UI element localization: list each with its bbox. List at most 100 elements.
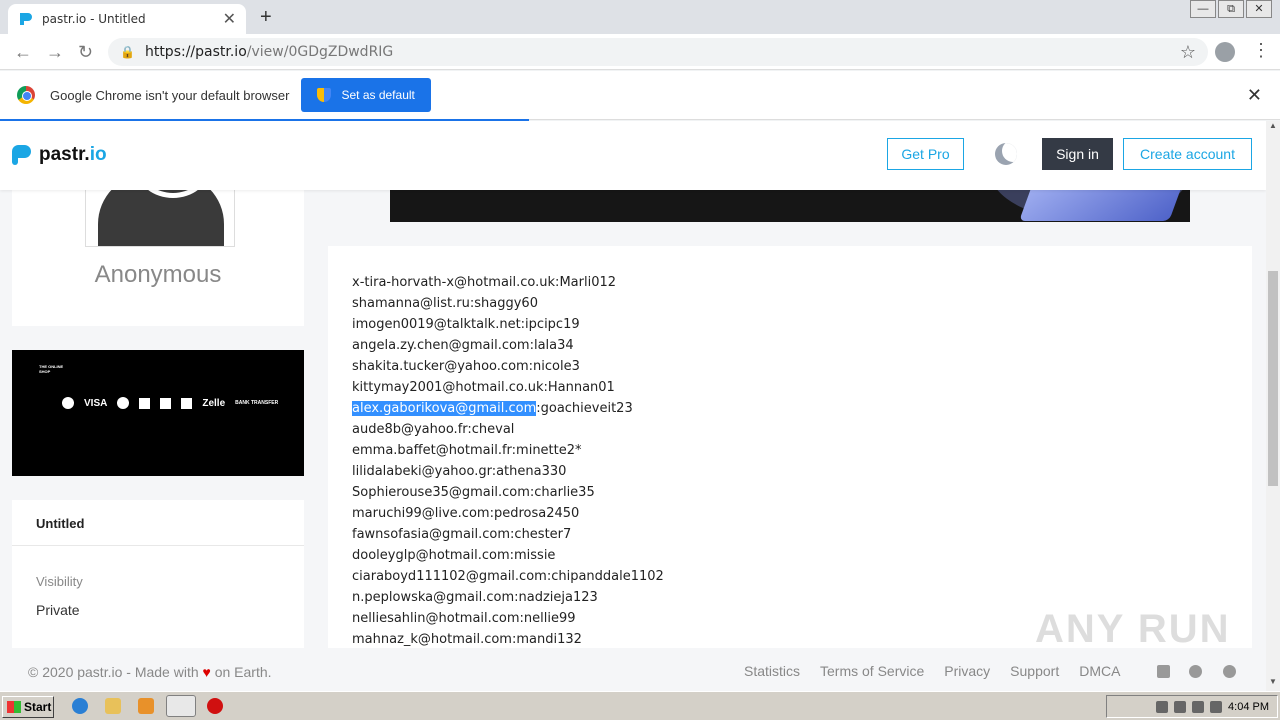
url-path: /view/0GDgZDwdRIG <box>246 44 394 60</box>
anyrun-watermark: ANY RUN <box>1035 607 1231 651</box>
paste-line: kittymay2001@hotmail.co.uk:Hannan01 <box>352 380 615 395</box>
twitter-icon[interactable] <box>1223 665 1236 678</box>
dmca-link[interactable]: DMCA <box>1079 663 1120 679</box>
infobar-close-icon[interactable]: ✕ <box>1247 85 1262 106</box>
lock-icon: 🔒 <box>120 45 135 59</box>
start-label: Start <box>24 700 52 714</box>
scroll-down-icon[interactable]: ▼ <box>1266 677 1280 691</box>
privacy-link[interactable]: Privacy <box>944 663 990 679</box>
venmo-icon <box>181 397 193 409</box>
tray-expand-icon[interactable] <box>1156 700 1169 713</box>
bank-transfer-label: BANK TRANSFER <box>235 400 279 406</box>
divider <box>12 545 304 546</box>
paste-line: aude8b@yahoo.fr:cheval <box>352 422 515 437</box>
author-name: Anonymous <box>94 261 222 288</box>
default-browser-infobar: Google Chrome isn't your default browser… <box>0 71 1280 120</box>
support-link[interactable]: Support <box>1010 663 1059 679</box>
network-icon[interactable] <box>1192 700 1205 713</box>
restore-button[interactable]: ⧉ <box>1218 0 1244 18</box>
bookmark-star-icon[interactable]: ☆ <box>1180 42 1196 63</box>
tab-close-icon[interactable]: ✕ <box>223 9 236 29</box>
browser-toolbar: ← → ↻ 🔒 https://pastr.io/view/0GDgZDwdRI… <box>0 34 1280 70</box>
back-arrow-icon[interactable]: ← <box>14 42 32 63</box>
footer-links: Statistics Terms of Service Privacy Supp… <box>744 663 1120 679</box>
get-pro-button[interactable]: Get Pro <box>887 138 964 170</box>
dark-mode-moon-icon[interactable] <box>995 143 1017 165</box>
clock: 4:04 PM <box>1228 700 1269 713</box>
close-window-button[interactable]: ✕ <box>1246 0 1272 18</box>
chrome-logo-icon <box>17 86 35 104</box>
sign-in-button[interactable]: Sign in <box>1042 138 1113 170</box>
heart-icon: ♥ <box>202 664 211 680</box>
antivirus-icon[interactable] <box>207 698 223 714</box>
visibility-label: Visibility <box>36 574 83 589</box>
skrill-icon <box>160 397 172 409</box>
logo-text: pastr.io <box>39 144 107 165</box>
site-header: pastr.io Get Pro Sign in Create account <box>0 121 1266 190</box>
new-tab-button[interactable]: + <box>260 6 272 29</box>
paste-title: Untitled <box>36 516 85 531</box>
volume-icon[interactable] <box>1174 700 1187 713</box>
terms-link[interactable]: Terms of Service <box>820 663 924 679</box>
folder-icon[interactable] <box>105 698 121 714</box>
paste-line-selected: alex.gaborikova@gmail.com:goachieveit23 <box>352 398 664 419</box>
selected-text: alex.gaborikova@gmail.com <box>352 401 537 416</box>
site-footer: © 2020 pastr.io - Made with ♥ on Earth. … <box>0 648 1266 691</box>
paste-line: maruchi99@live.com:pedrosa2450 <box>352 506 580 521</box>
ad-brand-logo: THE ONLINE SHOP <box>39 364 64 374</box>
windows-taskbar: Start 4:04 PM <box>0 691 1280 720</box>
paste-line: Sophierouse35@gmail.com:charlie35 <box>352 485 595 500</box>
page-viewport: pastr.io Get Pro Sign in Create account … <box>0 121 1266 691</box>
scroll-thumb[interactable] <box>1268 271 1278 486</box>
reload-icon[interactable]: ↻ <box>78 42 93 63</box>
tab-title: pastr.io - Untitled <box>42 12 146 26</box>
payment-methods: VISA Zelle BANK TRANSFER <box>62 397 278 409</box>
ie-icon[interactable] <box>72 698 88 714</box>
forward-arrow-icon[interactable]: → <box>46 42 64 63</box>
minimize-button[interactable]: — <box>1190 0 1216 18</box>
tab-strip: pastr.io - Untitled ✕ + — ⧉ ✕ <box>0 0 1280 34</box>
address-bar[interactable]: 🔒 https://pastr.io/view/0GDgZDwdRIG ☆ <box>108 38 1208 66</box>
browser-tab[interactable]: pastr.io - Untitled ✕ <box>8 4 246 34</box>
chat-icon[interactable] <box>1157 665 1170 678</box>
paste-line: lilidalabeki@yahoo.gr:athena330 <box>352 464 567 479</box>
shield-icon <box>317 88 332 102</box>
set-as-default-label: Set as default <box>341 88 415 102</box>
profile-avatar-icon[interactable] <box>1215 42 1235 62</box>
scroll-up-icon[interactable]: ▲ <box>1266 121 1280 135</box>
statistics-link[interactable]: Statistics <box>744 663 800 679</box>
paste-line: angela.zy.chen@gmail.com:lala34 <box>352 338 574 353</box>
visibility-value: Private <box>36 602 80 618</box>
zelle-label: Zelle <box>202 397 226 409</box>
advertisement-banner[interactable]: THE ONLINE SHOP VISA Zelle BANK TRANSFER <box>12 350 304 476</box>
pastr-logo-icon <box>12 145 31 165</box>
infobar-message: Google Chrome isn't your default browser <box>50 87 290 103</box>
chrome-taskbar-button[interactable] <box>166 695 196 717</box>
paste-line: x-tira-horvath-x@hotmail.co.uk:Marli012 <box>352 275 617 290</box>
paste-line: ciaraboyd111102@gmail.com:chipanddale110… <box>352 569 664 584</box>
facebook-icon[interactable] <box>1189 665 1202 678</box>
media-player-icon[interactable] <box>138 698 154 714</box>
create-account-button[interactable]: Create account <box>1123 138 1252 170</box>
flag-icon[interactable] <box>1210 700 1223 713</box>
windows-flag-icon <box>7 701 21 713</box>
paste-line: n.peplowska@gmail.com:nadzieja123 <box>352 590 598 605</box>
visa-label: VISA <box>84 397 108 409</box>
url-host: https://pastr.io <box>144 44 247 60</box>
page-scrollbar[interactable]: ▲ ▼ <box>1266 121 1280 691</box>
system-tray: 4:04 PM <box>1106 695 1278 718</box>
paste-content[interactable]: x-tira-horvath-x@hotmail.co.uk:Marli012 … <box>352 272 664 650</box>
paste-line: imogen0019@talktalk.net:ipcipc19 <box>352 317 580 332</box>
paypal-icon <box>139 397 151 409</box>
site-logo[interactable]: pastr.io <box>12 144 107 166</box>
paste-line: fawnsofasia@gmail.com:chester7 <box>352 527 572 542</box>
paste-line: shamanna@list.ru:shaggy60 <box>352 296 538 311</box>
paste-line: emma.baffet@hotmail.fr:minette2* <box>352 443 582 458</box>
chrome-menu-icon[interactable]: ⋮ <box>1252 40 1270 61</box>
unselected-text: :goachieveit23 <box>536 401 633 416</box>
set-as-default-button[interactable]: Set as default <box>301 78 431 112</box>
copyright: © 2020 pastr.io - Made with ♥ on Earth. <box>28 664 272 680</box>
mastercard-icon <box>117 397 130 409</box>
start-button[interactable]: Start <box>2 696 54 718</box>
window-controls: — ⧉ ✕ <box>1188 0 1272 18</box>
